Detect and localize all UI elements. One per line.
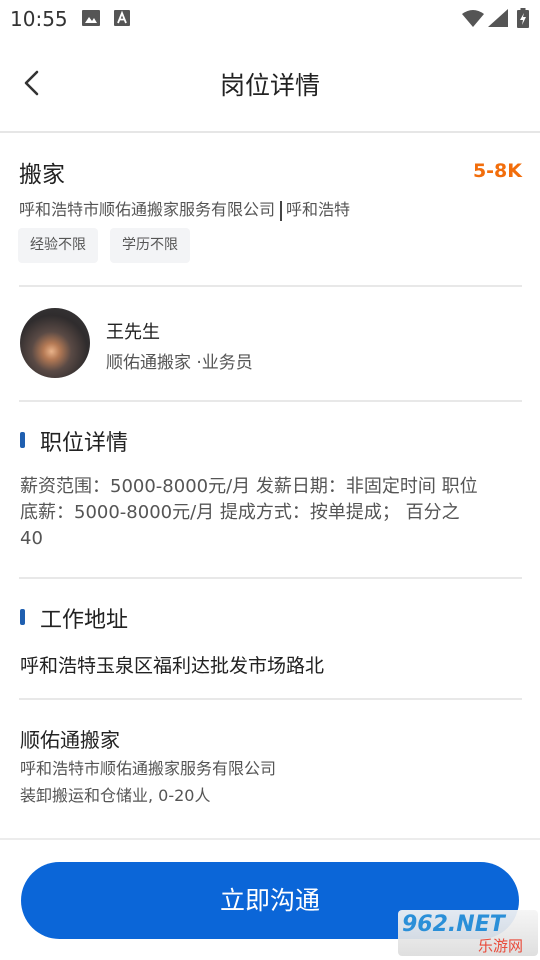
a-icon	[114, 10, 130, 26]
job-description: 薪资范围：5000-8000元/月 发薪日期：非固定时间 职位 底薪：5000-…	[20, 474, 540, 552]
watermark-logo: 962.NET 乐游网	[398, 910, 538, 956]
image-icon	[82, 10, 100, 26]
job-title: 搬家	[19, 162, 65, 188]
contact-name: 王先生	[106, 322, 160, 343]
separator	[280, 200, 283, 221]
description-line: 40	[20, 528, 43, 549]
tag-education: 学历不限	[110, 228, 190, 263]
divider	[19, 285, 522, 287]
company-location-line: 呼和浩特市顺佑通搬家服务有限公司 呼和浩特	[19, 196, 350, 221]
description-line: 薪资范围：5000-8000元/月 发薪日期：非固定时间 职位	[20, 476, 478, 497]
company-card-info: 装卸搬运和仓储业, 0-20人	[20, 786, 211, 805]
section-title-detail: 职位详情	[40, 431, 129, 456]
section-marker	[20, 609, 25, 625]
status-time: 10:55	[10, 7, 68, 31]
page-title: 岗位详情	[219, 71, 320, 100]
company-card-name[interactable]: 顺佑通搬家	[20, 724, 120, 753]
divider	[19, 698, 522, 700]
job-city: 呼和浩特	[286, 200, 351, 219]
tag-experience: 经验不限	[18, 228, 98, 263]
description-line: 底薪：5000-8000元/月 提成方式：按单提成； 百分之	[20, 502, 460, 523]
section-title-address: 工作地址	[40, 608, 129, 633]
signal-icon	[488, 9, 508, 27]
company-name[interactable]: 呼和浩特市顺佑通搬家服务有限公司	[19, 200, 275, 219]
watermark-bottom-text: 乐游网	[478, 937, 524, 955]
work-address[interactable]: 呼和浩特玉泉区福利达批发市场路北	[20, 651, 324, 678]
divider	[19, 400, 522, 402]
contact-role: 顺佑通搬家 ·业务员	[106, 353, 253, 373]
app-header: 岗位详情	[0, 38, 540, 132]
status-bar: 10:55	[0, 0, 540, 38]
job-tags: 经验不限 学历不限	[18, 228, 190, 263]
wifi-icon	[462, 10, 484, 27]
header-divider	[0, 131, 540, 133]
watermark-top-text: 962.NET	[402, 912, 505, 937]
avatar[interactable]	[20, 308, 90, 378]
battery-icon	[517, 8, 529, 28]
section-marker	[20, 432, 25, 448]
salary-range: 5-8K	[472, 160, 522, 182]
company-card-full-name: 呼和浩特市顺佑通搬家服务有限公司	[20, 759, 277, 778]
divider	[19, 577, 522, 579]
bottom-divider	[0, 838, 540, 840]
